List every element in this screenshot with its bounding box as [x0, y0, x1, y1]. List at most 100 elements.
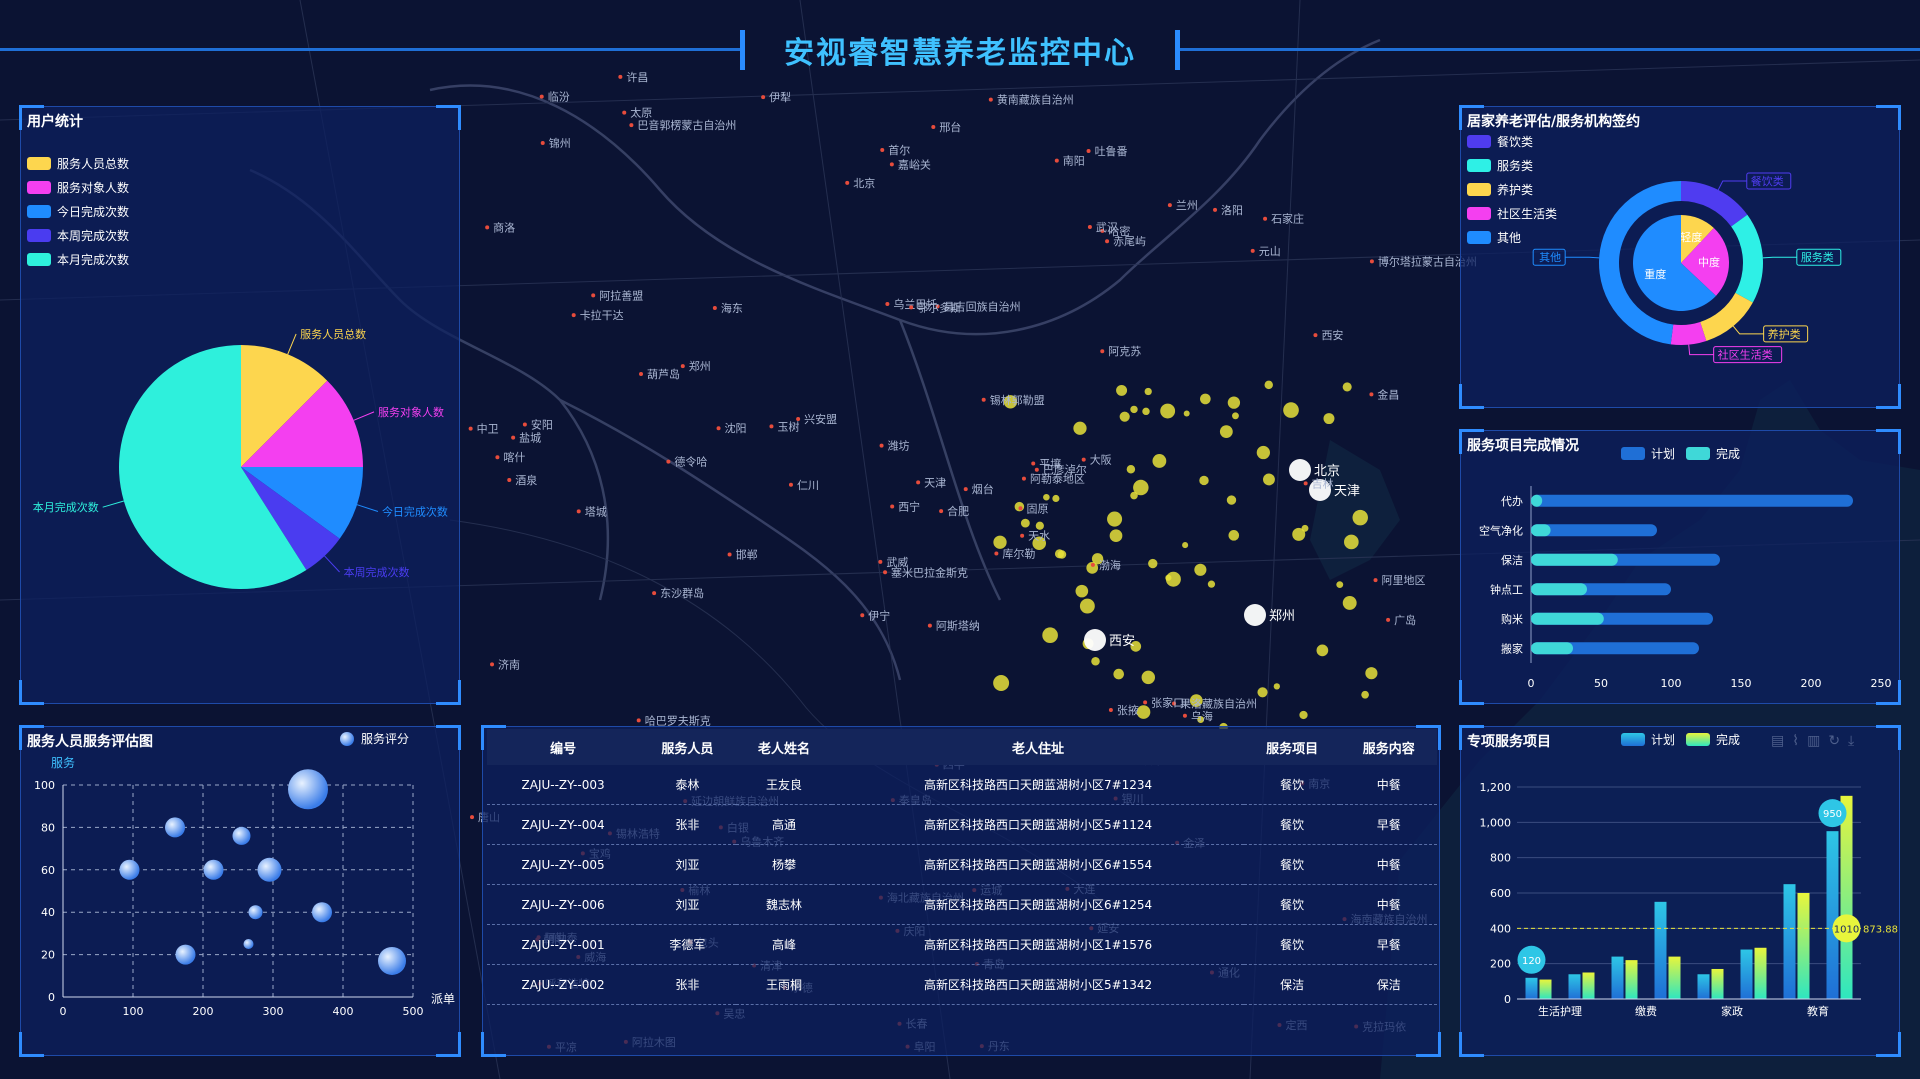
table-cell: 餐饮: [1243, 884, 1341, 925]
map-place-label: 德令哈: [674, 455, 707, 469]
map-data-point: [1116, 384, 1128, 396]
donut-label-line: [1717, 180, 1747, 191]
x-tick-label: 50: [1594, 677, 1608, 690]
bar-done: [1797, 893, 1810, 999]
donut-outer-label: 服务类: [1801, 250, 1834, 264]
table-cell: 刘亚: [639, 884, 736, 925]
table-cell: 早餐: [1340, 804, 1437, 845]
map-city-marker: [618, 74, 623, 79]
table-cell: ZAJU--ZY--006: [487, 884, 640, 925]
x-tick-label: 150: [1731, 677, 1752, 690]
map-place-label: 西宁: [898, 500, 920, 514]
map-place-label: 石家庄: [1271, 212, 1304, 226]
bar-plan: [1826, 831, 1839, 999]
donut-outer-label: 社区生活类: [1718, 348, 1773, 362]
map-city-label: 天津: [1334, 484, 1360, 499]
x-tick-label: 200: [193, 1005, 214, 1018]
map-place-label: 伊宁: [868, 608, 890, 622]
map-data-point: [1020, 518, 1030, 528]
map-city-marker: [1369, 392, 1374, 397]
table-header-cell[interactable]: 服务内容: [1340, 729, 1437, 765]
map-place-label: 张掖: [1117, 703, 1139, 717]
table-header-cell[interactable]: 老人姓名: [735, 729, 833, 765]
map-place-label: 海东: [721, 301, 743, 315]
table-cell: ZAJU--ZY--001: [487, 924, 640, 965]
table-row[interactable]: ZAJU--ZY--002 张非 王雨桐 高新区科技路西口天朗蓝湖树小区5#1342 保…: [487, 964, 1437, 1005]
map-data-point: [1075, 584, 1089, 598]
map-place-label: 酒泉: [515, 473, 537, 487]
map-data-point: [1079, 598, 1095, 614]
bar-plan: [1568, 974, 1581, 999]
map-city-marker: [890, 504, 895, 509]
marker-label: 950: [1823, 809, 1842, 820]
user-stats-panel: 用户统计 服务人员总数 服务对象人数 今日完成次数 本周完成次数 本月完成次数 服务人员…: [19, 105, 461, 705]
map-place-label: 玉树: [777, 419, 799, 433]
table-row[interactable]: ZAJU--ZY--001 李德军 高峰 高新区科技路西口天朗蓝湖树小区1#1576 餐…: [487, 924, 1437, 965]
bar-done: [1531, 642, 1573, 655]
map-city-marker: [495, 455, 500, 460]
table-cell: 高通: [735, 804, 833, 845]
pie-label-line: [356, 504, 379, 512]
map-place-label: 太原: [630, 107, 652, 120]
table-cell: 刘亚: [639, 844, 736, 885]
y-tick-label: 1,000: [1480, 816, 1512, 829]
pie-label: 今日完成次数: [382, 504, 448, 518]
service-record-table: 编号 服务人员 老人姓名 老人住址 服务项目 服务内容 ZAJU--ZY--003 泰林 王友…: [487, 729, 1437, 1005]
table-row[interactable]: ZAJU--ZY--003 泰林 王友良 高新区科技路西口天朗蓝湖树小区7#1234 餐…: [487, 765, 1437, 805]
map-city-marker: [909, 305, 914, 310]
staff-rating-scatter-chart: 0 100 200 300 400 500 0 20 40 60 80 100 服务派单 服务评分: [34, 731, 455, 1018]
map-city-marker: [591, 293, 596, 298]
bar-plan: [1783, 884, 1796, 999]
bar-done: [1840, 795, 1853, 999]
map-place-label: 嘉峪关: [898, 157, 931, 171]
table-cell: 餐饮: [1243, 765, 1341, 805]
map-highlight-city: [1084, 629, 1106, 651]
map-place-label: 北京: [853, 176, 875, 190]
y-tick-label: 60: [41, 864, 55, 877]
donut-inner-label: 轻度: [1680, 230, 1702, 244]
map-place-label: 卡拉干达: [580, 308, 624, 322]
table-cell: 保洁: [1340, 964, 1437, 1005]
table-header-cell[interactable]: 编号: [487, 729, 640, 765]
map-place-label: 中卫: [477, 423, 499, 436]
x-tick-label: 0: [1528, 677, 1535, 690]
table-cell: 保洁: [1243, 964, 1341, 1005]
map-place-label: 武汉: [1096, 221, 1118, 234]
donut-outer-slice: [1731, 214, 1763, 303]
map-place-label: 渤海: [1099, 558, 1121, 572]
marker-label: 1010: [1834, 924, 1859, 935]
map-place-label: 果洛藏族自治州: [1180, 696, 1257, 710]
bar-plan: [1697, 974, 1710, 999]
y-tick-label: 40: [41, 906, 55, 919]
map-city-marker: [981, 397, 986, 402]
table-row[interactable]: ZAJU--ZY--006 刘亚 魏志林 高新区科技路西口天朗蓝湖树小区6#1254 餐…: [487, 884, 1437, 925]
table-cell: 高新区科技路西口天朗蓝湖树小区6#1254: [832, 884, 1244, 925]
map-place-label: 郑州: [689, 359, 711, 373]
y-tick-label: 400: [1490, 922, 1511, 935]
x-tick-label: 500: [403, 1005, 424, 1018]
y-tick-label: 20: [41, 949, 55, 962]
map-city-marker: [507, 478, 512, 483]
donut-outer-label: 餐饮类: [1751, 174, 1784, 188]
map-place-label: 吉林: [1312, 476, 1334, 490]
map-city-marker: [716, 426, 721, 431]
map-city-marker: [468, 426, 473, 431]
map-data-point: [1042, 627, 1058, 644]
map-city-marker: [1369, 259, 1374, 264]
donut-inner-label: 重度: [1644, 267, 1666, 281]
map-place-label: 巴音郭楞蒙古自治州: [637, 118, 736, 132]
table-row[interactable]: ZAJU--ZY--005 刘亚 杨攀 高新区科技路西口天朗蓝湖树小区6#1554 餐饮…: [487, 844, 1437, 885]
map-place-label: 元山: [1259, 245, 1281, 258]
table-row[interactable]: ZAJU--ZY--004 张非 高通 高新区科技路西口天朗蓝湖树小区5#1124 餐饮…: [487, 804, 1437, 845]
pie-label-line: [102, 500, 124, 508]
map-data-point: [1316, 644, 1329, 657]
map-place-label: 锦州: [549, 136, 571, 150]
map-city-marker: [769, 424, 774, 429]
table-header-cell[interactable]: 老人住址: [832, 729, 1244, 765]
pie-label-line: [324, 555, 340, 573]
map-city-marker: [1018, 506, 1023, 511]
donut-inner-label: 中度: [1698, 255, 1720, 269]
table-header-cell[interactable]: 服务人员: [639, 729, 736, 765]
map-place-label: 潍坊: [888, 439, 910, 453]
table-header-cell[interactable]: 服务项目: [1243, 729, 1341, 765]
